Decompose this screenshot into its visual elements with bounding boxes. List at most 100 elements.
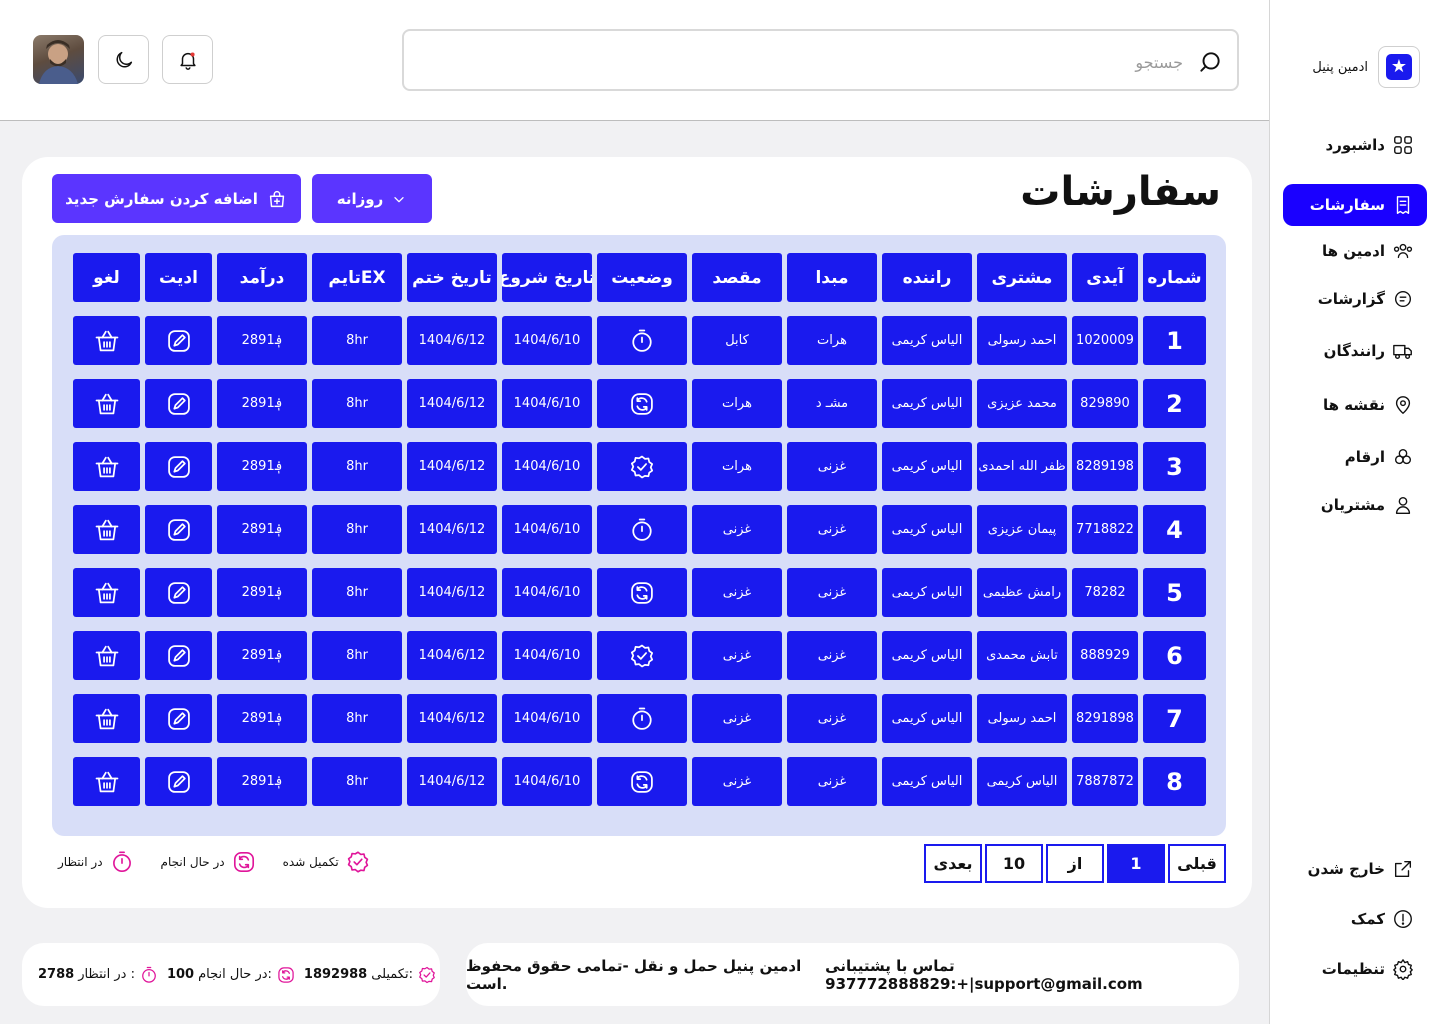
cell-income: 2891؋ xyxy=(217,757,307,806)
add-order-button[interactable]: اضافه کردن سفارش جدید xyxy=(52,174,301,223)
sidebar-item-map-pin[interactable]: نقشه ها xyxy=(1283,384,1427,426)
status-done-icon xyxy=(630,644,654,667)
next-page-button[interactable]: بعدی xyxy=(924,844,982,883)
nav-icon-wrap xyxy=(1391,857,1415,881)
cell-start-date: 1404/6/10 xyxy=(502,631,592,680)
avatar[interactable] xyxy=(33,35,84,84)
avatar-photo xyxy=(39,40,78,84)
dashboard-grid-icon xyxy=(1394,136,1412,154)
stat-label: تکمیلی: xyxy=(371,967,413,982)
cell-driver: الیاس کریمی xyxy=(882,442,972,491)
cancel-button[interactable] xyxy=(73,631,140,680)
cancel-button[interactable] xyxy=(73,379,140,428)
sidebar-item-label: خارج شدن xyxy=(1307,860,1385,878)
cell-ex-time: 8hr xyxy=(312,379,402,428)
sidebar-item-receipt[interactable]: سفارشات xyxy=(1283,184,1427,226)
sidebar-item-dashboard-grid[interactable]: داشبورد xyxy=(1283,124,1427,166)
cancel-button[interactable] xyxy=(73,316,140,365)
cell-destination: غزنی xyxy=(692,694,782,743)
cell-end-date: 1404/6/12 xyxy=(407,442,497,491)
cell-income: 2891؋ xyxy=(217,631,307,680)
bell-icon xyxy=(179,51,196,70)
header-col-number: شماره xyxy=(1143,253,1206,302)
cell-origin: غزنی xyxy=(787,442,877,491)
total-pages: 10 xyxy=(985,844,1043,883)
status-done-icon xyxy=(347,851,368,873)
period-select[interactable]: روزانه xyxy=(312,174,432,223)
edit-button[interactable] xyxy=(145,631,212,680)
header-col-cancel: لغو xyxy=(73,253,140,302)
edit-button[interactable] xyxy=(145,442,212,491)
cell-origin: غزنی xyxy=(787,631,877,680)
sidebar-item-user[interactable]: مشتریان xyxy=(1283,484,1427,526)
stat-label: در انتظار : xyxy=(78,967,135,982)
status-in-progress-icon xyxy=(631,581,653,604)
sidebar-item-stats[interactable]: ارقام xyxy=(1283,436,1427,478)
sidebar-item-label: ارقام xyxy=(1344,448,1385,466)
edit-button[interactable] xyxy=(145,757,212,806)
cell-destination: غزنی xyxy=(692,631,782,680)
edit-icon xyxy=(167,392,190,415)
cell-driver: الیاس کریمی xyxy=(882,316,972,365)
sidebar-item-report[interactable]: گزارشات xyxy=(1283,278,1427,320)
sidebar-item-users-group[interactable]: ادمین ها xyxy=(1283,230,1427,272)
edit-icon xyxy=(167,455,190,478)
cell-origin: غزنی xyxy=(787,568,877,617)
nav-icon-wrap xyxy=(1391,193,1415,217)
edit-button[interactable] xyxy=(145,379,212,428)
legend-label: تکمیل شده xyxy=(282,855,339,869)
cell-customer: محمد عزیزی xyxy=(977,379,1067,428)
header-col-origin: مبدا xyxy=(787,253,877,302)
cell-end-date: 1404/6/12 xyxy=(407,631,497,680)
theme-toggle-button[interactable] xyxy=(98,35,149,84)
brand-logo: ★ xyxy=(1378,46,1420,88)
trash-basket-icon xyxy=(95,456,118,477)
cell-customer: الیاس کریمی xyxy=(977,757,1067,806)
prev-page-button[interactable]: قبلی xyxy=(1168,844,1226,883)
top-header: جستجو xyxy=(0,0,1269,121)
edit-button[interactable] xyxy=(145,694,212,743)
sidebar-item-truck[interactable]: رانندگان xyxy=(1283,330,1427,372)
cell-id: 7718822 xyxy=(1072,505,1138,554)
cell-ex-time: 8hr xyxy=(312,505,402,554)
gear-icon xyxy=(1393,959,1413,980)
cell-number: 7 xyxy=(1143,694,1206,743)
header-col-edit: ادیت xyxy=(145,253,212,302)
sidebar-item-help[interactable]: کمک xyxy=(1283,898,1427,940)
cell-income: 2891؋ xyxy=(217,379,307,428)
edit-button[interactable] xyxy=(145,505,212,554)
nav-icon-wrap xyxy=(1391,957,1415,981)
nav-icon-wrap xyxy=(1391,907,1415,931)
search-icon xyxy=(1200,52,1220,72)
cancel-button[interactable] xyxy=(73,505,140,554)
cancel-button[interactable] xyxy=(73,442,140,491)
cell-number: 3 xyxy=(1143,442,1206,491)
cell-origin: غزنی xyxy=(787,505,877,554)
cell-id: 8291898 xyxy=(1072,694,1138,743)
status-pending-icon xyxy=(632,329,652,352)
notifications-button[interactable] xyxy=(162,35,213,84)
cancel-button[interactable] xyxy=(73,568,140,617)
sidebar-item-gear[interactable]: تنظیمات xyxy=(1283,948,1427,990)
header-col-id: آیدی xyxy=(1072,253,1138,302)
edit-button[interactable] xyxy=(145,568,212,617)
sidebar-item-label: گزارشات xyxy=(1317,290,1385,308)
cell-customer: تابش محمدی xyxy=(977,631,1067,680)
users-group-icon xyxy=(1393,243,1413,259)
status-cell xyxy=(597,568,687,617)
search-input[interactable]: جستجو xyxy=(402,29,1239,91)
page-of-label: از xyxy=(1046,844,1104,883)
brand[interactable]: ادمین پنیل ★ xyxy=(1312,46,1420,88)
cell-id: 888929 xyxy=(1072,631,1138,680)
sidebar-item-logout[interactable]: خارج شدن xyxy=(1283,848,1427,890)
status-cell xyxy=(597,379,687,428)
trash-basket-icon xyxy=(95,771,118,792)
cell-start-date: 1404/6/10 xyxy=(502,757,592,806)
cell-customer: رامش عظیمی xyxy=(977,568,1067,617)
edit-button[interactable] xyxy=(145,316,212,365)
cell-ex-time: 8hr xyxy=(312,757,402,806)
cancel-button[interactable] xyxy=(73,694,140,743)
stat-label: در حال انجام: xyxy=(198,967,272,982)
cancel-button[interactable] xyxy=(73,757,140,806)
cell-start-date: 1404/6/10 xyxy=(502,505,592,554)
